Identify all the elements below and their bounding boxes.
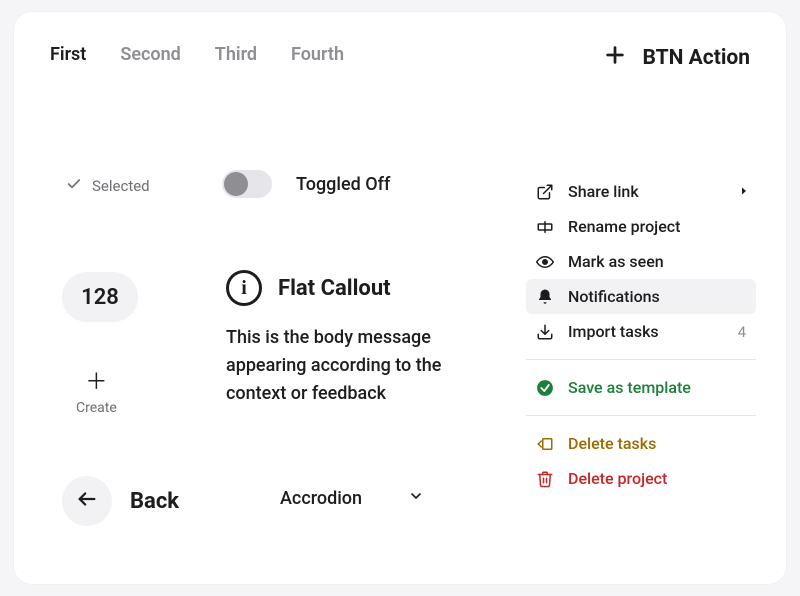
menu-item-label: Rename project <box>568 217 746 236</box>
menu-item-count: 4 <box>738 323 746 341</box>
menu-item-label: Import tasks <box>568 322 724 341</box>
check-icon <box>66 176 82 196</box>
callout-title: Flat Callout <box>278 276 391 301</box>
create-button[interactable]: ＋ Create <box>76 372 117 416</box>
toggle-label: Toggled Off <box>296 174 390 195</box>
plus-icon <box>604 44 626 72</box>
menu-item-label: Share link <box>568 182 746 201</box>
count-badge: 128 <box>62 272 138 322</box>
btn-action-button[interactable]: BTN Action <box>604 44 750 72</box>
download-icon <box>536 323 554 341</box>
info-icon: i <box>226 270 262 306</box>
back-circle <box>62 476 112 526</box>
menu-item-label: Delete project <box>568 469 746 488</box>
accordion-toggle[interactable]: Accrodion <box>280 488 424 509</box>
menu-separator <box>526 359 756 360</box>
menu-save-template[interactable]: Save as template <box>526 370 756 405</box>
menu-mark-seen[interactable]: Mark as seen <box>526 244 756 279</box>
component-showcase-card: First Second Third Fourth BTN Action Sel… <box>14 12 786 584</box>
plus-icon: ＋ <box>85 372 107 394</box>
tab-first[interactable]: First <box>50 44 86 65</box>
tab-fourth[interactable]: Fourth <box>291 44 344 65</box>
toggle-knob <box>224 172 248 196</box>
selected-chip: Selected <box>66 176 150 196</box>
chevron-down-icon <box>408 488 424 509</box>
context-menu: Share link Rename project Mark as seen N… <box>526 174 756 496</box>
menu-import-tasks[interactable]: Import tasks 4 <box>526 314 756 349</box>
delete-tasks-icon <box>536 435 554 453</box>
back-button[interactable]: Back <box>62 476 179 526</box>
menu-rename-project[interactable]: Rename project <box>526 209 756 244</box>
toggle-off[interactable] <box>222 170 272 198</box>
menu-item-label: Mark as seen <box>568 252 746 271</box>
rename-icon <box>536 218 554 236</box>
eye-icon <box>536 253 554 271</box>
toggle-row: Toggled Off <box>222 170 390 198</box>
external-link-icon <box>536 183 554 201</box>
arrow-left-icon <box>76 488 98 514</box>
tab-third[interactable]: Third <box>215 44 257 65</box>
menu-share-link[interactable]: Share link <box>526 174 756 209</box>
trash-icon <box>536 470 554 488</box>
menu-notifications[interactable]: Notifications <box>526 279 756 314</box>
flat-callout: i Flat Callout This is the body message … <box>226 270 506 408</box>
chevron-right-icon <box>738 182 750 201</box>
menu-item-label: Delete tasks <box>568 434 746 453</box>
check-circle-icon <box>536 379 554 397</box>
menu-item-label: Save as template <box>568 378 746 397</box>
menu-item-label: Notifications <box>568 287 746 306</box>
bell-icon <box>536 288 554 306</box>
btn-action-label: BTN Action <box>642 46 750 70</box>
back-label: Back <box>130 489 179 514</box>
accordion-label: Accrodion <box>280 488 362 509</box>
selected-label: Selected <box>92 177 150 195</box>
callout-body: This is the body message appearing accor… <box>226 324 506 408</box>
menu-delete-project[interactable]: Delete project <box>526 461 756 496</box>
create-label: Create <box>76 400 117 416</box>
menu-separator <box>526 415 756 416</box>
menu-delete-tasks[interactable]: Delete tasks <box>526 426 756 461</box>
tab-second[interactable]: Second <box>120 44 180 65</box>
